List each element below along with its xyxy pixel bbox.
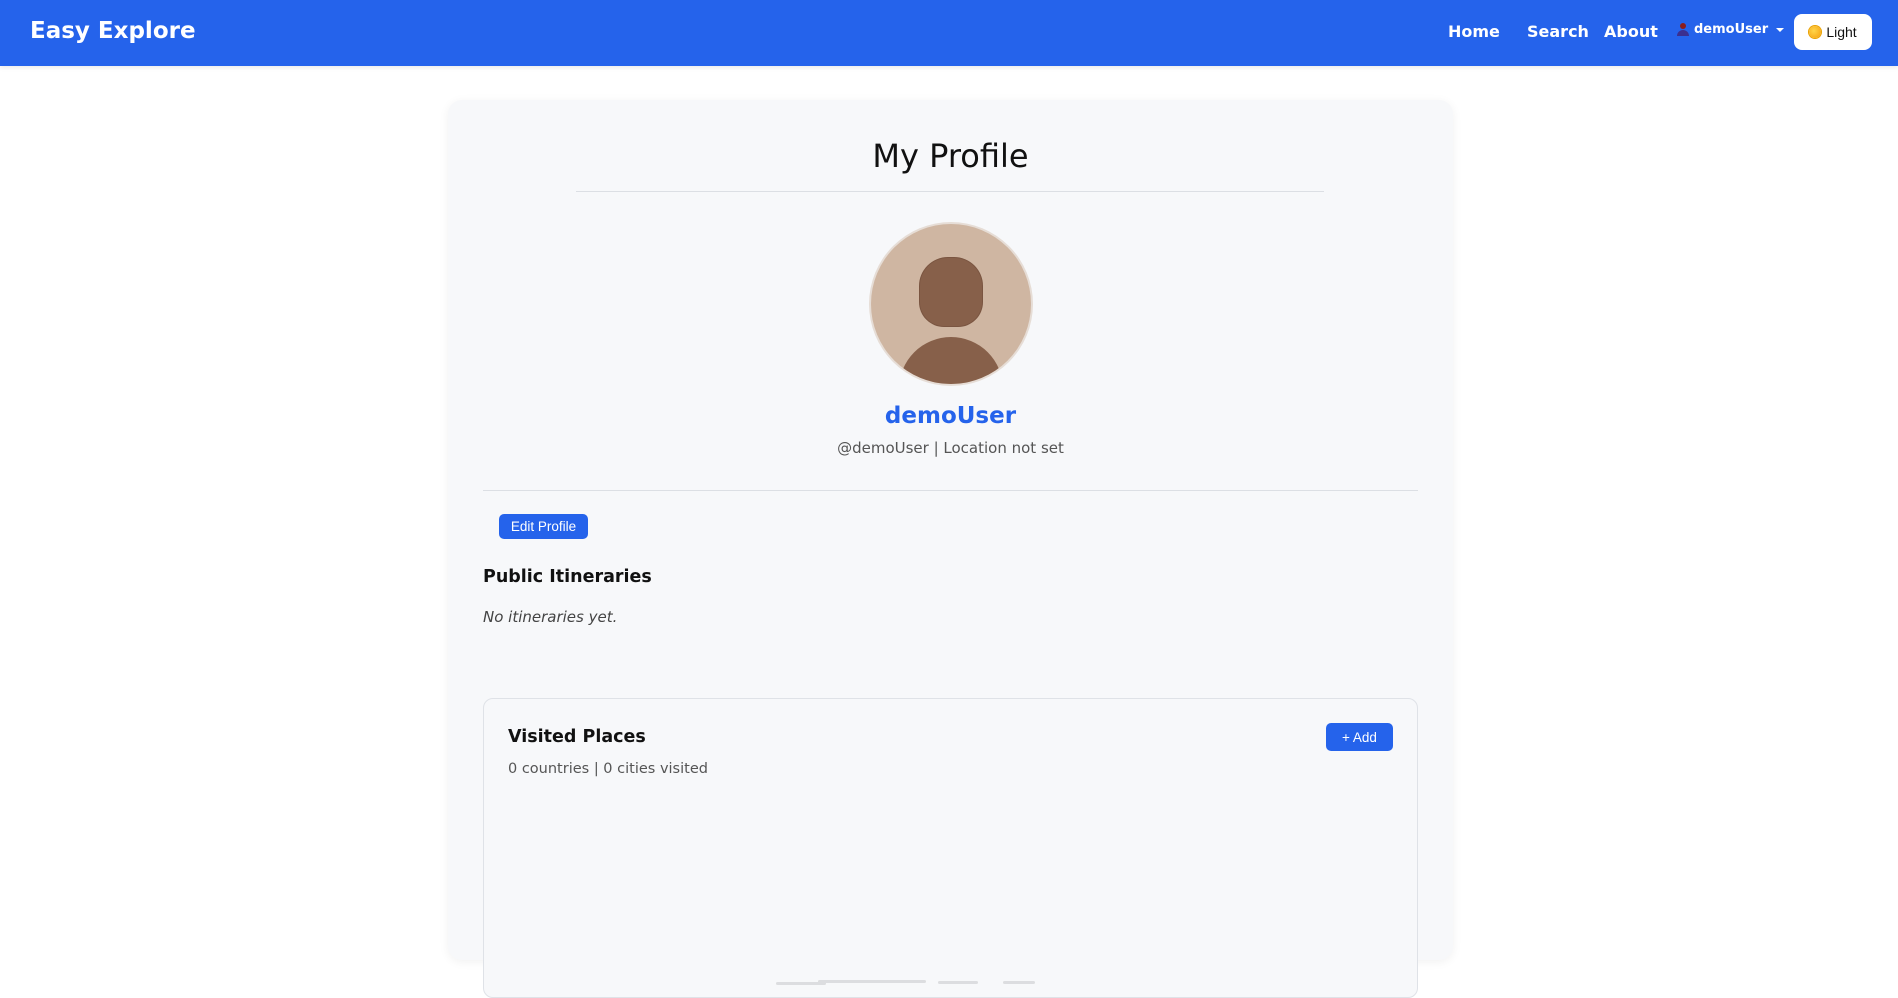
profile-meta: @demoUser | Location not set bbox=[837, 439, 1064, 457]
top-navbar: Easy Explore Home Search About demoUser … bbox=[0, 0, 1898, 66]
title-divider bbox=[576, 191, 1324, 192]
theme-toggle-label: Light bbox=[1826, 24, 1857, 40]
profile-name: demoUser bbox=[884, 403, 1017, 429]
avatar-head bbox=[920, 258, 982, 326]
nav-home[interactable]: Home bbox=[1448, 22, 1500, 41]
avatar-body bbox=[899, 337, 1003, 384]
profile-card: My Profile demoUser @demoUser | Location… bbox=[448, 100, 1453, 998]
map-outline bbox=[938, 981, 978, 984]
visited-places-heading: Visited Places bbox=[508, 727, 646, 747]
itineraries-empty-text: No itineraries yet. bbox=[483, 608, 618, 626]
visited-map[interactable] bbox=[508, 809, 1395, 989]
avatar bbox=[871, 224, 1031, 384]
nav-search[interactable]: Search bbox=[1527, 22, 1589, 41]
sun-icon bbox=[1809, 26, 1822, 38]
nav-about[interactable]: About bbox=[1604, 22, 1658, 41]
user-menu-toggle[interactable]: demoUser bbox=[1677, 22, 1785, 37]
user-icon bbox=[1677, 23, 1689, 36]
itineraries-heading: Public Itineraries bbox=[483, 567, 652, 587]
brand-logo[interactable]: Easy Explore bbox=[30, 18, 196, 44]
visited-places-panel: Visited Places 0 countries | 0 cities vi… bbox=[483, 698, 1418, 998]
map-outline bbox=[1003, 981, 1035, 984]
visited-places-stats: 0 countries | 0 cities visited bbox=[508, 761, 708, 777]
theme-toggle-button[interactable]: Light bbox=[1794, 14, 1872, 50]
profile-divider bbox=[483, 490, 1418, 491]
chevron-down-icon bbox=[1776, 28, 1785, 32]
edit-profile-button[interactable]: Edit Profile bbox=[499, 514, 588, 539]
user-menu-label: demoUser bbox=[1694, 22, 1769, 37]
page-title: My Profile bbox=[872, 137, 1029, 175]
map-outline bbox=[818, 980, 926, 983]
add-place-button[interactable]: + Add bbox=[1326, 723, 1393, 751]
